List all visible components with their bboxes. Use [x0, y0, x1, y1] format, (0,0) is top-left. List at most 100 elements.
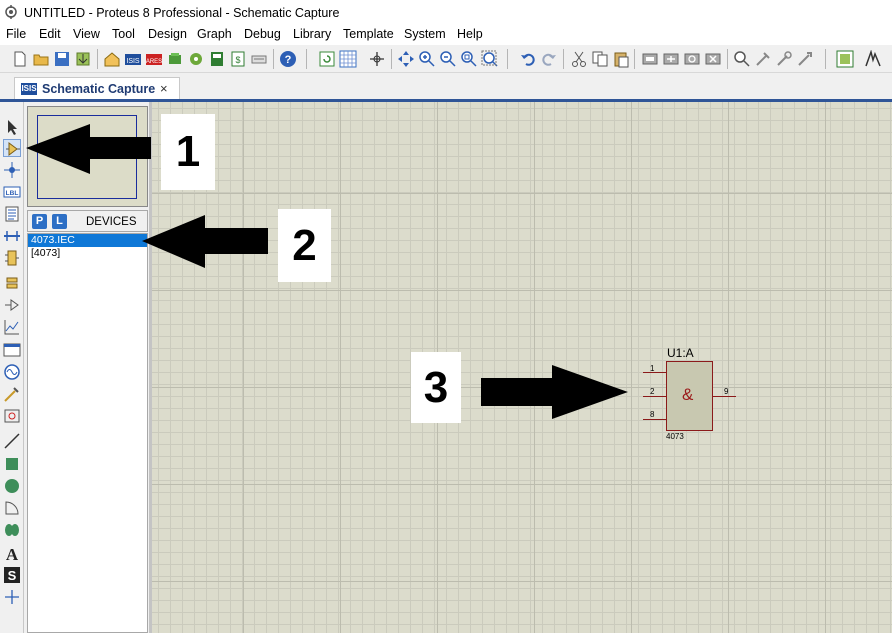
- zoom-all-icon[interactable]: [460, 50, 478, 68]
- line-mode-icon[interactable]: [3, 432, 21, 450]
- devices-title: DEVICES: [86, 216, 137, 228]
- voltage-probe-icon[interactable]: [3, 385, 21, 403]
- annotation-number-3: 3: [411, 352, 461, 423]
- terminals-mode-icon[interactable]: [3, 274, 21, 292]
- device-pins-icon[interactable]: [3, 296, 21, 314]
- pin-9-line: [712, 396, 736, 397]
- block-rotate-icon[interactable]: [683, 50, 701, 68]
- menu-design[interactable]: Design: [148, 27, 187, 41]
- mode-toolbar: LBL A S: [0, 102, 24, 633]
- menu-file[interactable]: File: [6, 27, 26, 41]
- markers-mode-icon[interactable]: [3, 588, 21, 606]
- zoom-out-icon[interactable]: [439, 50, 457, 68]
- svg-text:ARES: ARES: [146, 59, 162, 65]
- block-delete-icon[interactable]: [704, 50, 722, 68]
- pin-8-line: [643, 419, 667, 420]
- subcircuit-icon[interactable]: [3, 249, 21, 267]
- block-copy-icon[interactable]: [641, 50, 659, 68]
- svg-text:ISIS: ISIS: [126, 58, 140, 65]
- selection-mode-icon[interactable]: [3, 118, 21, 136]
- tab-schematic-capture[interactable]: ISIS Schematic Capture ×: [14, 77, 180, 100]
- copy-icon[interactable]: [591, 50, 609, 68]
- menu-view[interactable]: View: [73, 27, 100, 41]
- electrical-rule-check-icon[interactable]: [864, 50, 882, 68]
- tape-recorder-icon[interactable]: [3, 341, 21, 359]
- zoom-in-icon[interactable]: [418, 50, 436, 68]
- graph-mode-icon[interactable]: [3, 318, 21, 336]
- text-script-icon[interactable]: [3, 205, 21, 223]
- generator-mode-icon[interactable]: [3, 363, 21, 381]
- pin-number-8: 8: [650, 410, 655, 419]
- import-icon[interactable]: [74, 50, 92, 68]
- make-device-icon[interactable]: [754, 50, 772, 68]
- menu-graph[interactable]: Graph: [197, 27, 232, 41]
- device-item-4073-iec[interactable]: 4073.IEC: [28, 234, 147, 247]
- document-tab-strip: ISIS Schematic Capture ×: [0, 73, 892, 100]
- svg-text:$: $: [235, 55, 240, 65]
- title-bar: UNTITLED - Proteus 8 Professional - Sche…: [0, 0, 892, 25]
- 3d-viewer-icon[interactable]: [166, 50, 184, 68]
- path-mode-icon[interactable]: [3, 521, 21, 539]
- source-code-icon[interactable]: [250, 50, 268, 68]
- buses-icon[interactable]: [3, 227, 21, 245]
- pick-devices-button[interactable]: P: [32, 214, 47, 229]
- menu-template[interactable]: Template: [343, 27, 394, 41]
- block-move-icon[interactable]: [662, 50, 680, 68]
- window-title: UNTITLED - Proteus 8 Professional - Sche…: [24, 6, 340, 20]
- pick-device-icon[interactable]: [733, 50, 751, 68]
- netlist-icon[interactable]: [836, 50, 854, 68]
- annotation-number-2: 2: [278, 209, 331, 282]
- design-explorer-icon[interactable]: [208, 50, 226, 68]
- refresh-icon[interactable]: [318, 50, 336, 68]
- open-folder-icon[interactable]: [32, 50, 50, 68]
- pan-icon[interactable]: [397, 50, 415, 68]
- pin-number-1: 1: [650, 364, 655, 373]
- menu-system[interactable]: System: [404, 27, 446, 41]
- gerber-viewer-icon[interactable]: [187, 50, 205, 68]
- menu-tool[interactable]: Tool: [112, 27, 135, 41]
- pin-1-line: [643, 372, 667, 373]
- menu-help[interactable]: Help: [457, 27, 483, 41]
- help-icon[interactable]: ?: [279, 50, 297, 68]
- packaging-tool-icon[interactable]: [775, 50, 793, 68]
- device-item-4073[interactable]: [4073]: [28, 247, 147, 260]
- devices-header: P L DEVICES: [27, 210, 148, 232]
- toggle-grid-icon[interactable]: [339, 50, 357, 68]
- arc-mode-icon[interactable]: [3, 499, 21, 517]
- left-panel: P L DEVICES 4073.IEC [4073]: [24, 102, 152, 633]
- box-mode-icon[interactable]: [3, 455, 21, 473]
- virtual-instruments-icon[interactable]: [3, 407, 21, 425]
- pcb-layout-icon[interactable]: ARES: [145, 50, 163, 68]
- menu-debug[interactable]: Debug: [244, 27, 281, 41]
- and-symbol: &: [682, 385, 694, 404]
- text-mode-icon[interactable]: A: [3, 544, 21, 562]
- svg-text:?: ?: [285, 54, 292, 66]
- pin-number-9: 9: [724, 387, 729, 396]
- symbol-mode-icon[interactable]: S: [3, 566, 21, 584]
- menu-edit[interactable]: Edit: [39, 27, 61, 41]
- tab-close-icon[interactable]: ×: [160, 81, 168, 96]
- save-icon[interactable]: [53, 50, 71, 68]
- wire-label-icon[interactable]: LBL: [3, 183, 21, 201]
- new-file-icon[interactable]: [11, 50, 29, 68]
- component-part-number: 4073: [666, 432, 684, 441]
- redo-icon[interactable]: [540, 50, 558, 68]
- decompose-icon[interactable]: [796, 50, 814, 68]
- annotation-arrow-2: [142, 215, 268, 268]
- component-mode-icon[interactable]: [3, 139, 21, 157]
- origin-icon[interactable]: [368, 50, 386, 68]
- svg-text:LBL: LBL: [6, 190, 19, 197]
- svg-text:S: S: [8, 568, 17, 583]
- library-manager-button[interactable]: L: [52, 214, 67, 229]
- bill-of-materials-icon[interactable]: $: [229, 50, 247, 68]
- schematic-capture-icon[interactable]: ISIS: [124, 50, 142, 68]
- zoom-area-icon[interactable]: [481, 50, 499, 68]
- junction-dot-icon[interactable]: [3, 161, 21, 179]
- home-icon[interactable]: [103, 50, 121, 68]
- menu-library[interactable]: Library: [293, 27, 331, 41]
- annotation-arrow-3: [481, 365, 628, 419]
- circle-mode-icon[interactable]: [3, 477, 21, 495]
- paste-icon[interactable]: [612, 50, 630, 68]
- undo-icon[interactable]: [519, 50, 537, 68]
- cut-icon[interactable]: [570, 50, 588, 68]
